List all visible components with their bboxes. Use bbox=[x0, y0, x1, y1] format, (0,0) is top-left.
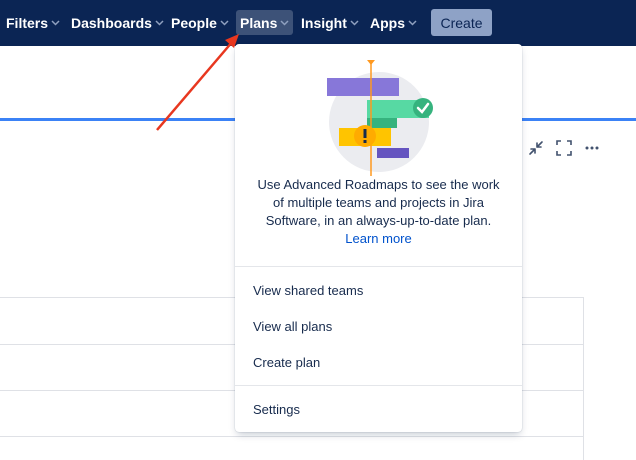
chevron-down-icon bbox=[350, 19, 359, 26]
nav-apps-label: Apps bbox=[370, 14, 405, 31]
promo-description: Use Advanced Roadmaps to see the work of… bbox=[257, 177, 500, 228]
menu-divider bbox=[235, 266, 522, 267]
menu-item-create-plan[interactable]: Create plan bbox=[235, 344, 522, 380]
plans-dropdown-menu: Use Advanced Roadmaps to see the work of… bbox=[235, 44, 522, 432]
create-button[interactable]: Create bbox=[431, 9, 492, 36]
chevron-down-icon bbox=[220, 19, 229, 26]
nav-plans[interactable]: Plans bbox=[236, 10, 294, 35]
menu-item-view-all-plans[interactable]: View all plans bbox=[235, 308, 522, 344]
check-icon bbox=[413, 98, 433, 118]
nav-dashboards[interactable]: Dashboards bbox=[67, 10, 168, 35]
nav-people-label: People bbox=[171, 14, 217, 31]
nav-filters-label: Filters bbox=[6, 14, 49, 31]
nav-plans-label: Plans bbox=[240, 14, 278, 31]
chevron-down-icon bbox=[155, 19, 164, 26]
more-icon[interactable] bbox=[583, 139, 601, 157]
chevron-down-icon bbox=[280, 19, 289, 26]
chevron-down-icon bbox=[408, 19, 417, 26]
fullscreen-icon[interactable] bbox=[555, 139, 573, 157]
menu-item-view-shared-teams[interactable]: View shared teams bbox=[235, 272, 522, 308]
warning-icon bbox=[354, 125, 376, 147]
menu-item-settings[interactable]: Settings bbox=[235, 391, 522, 427]
nav-people[interactable]: People bbox=[167, 10, 233, 35]
table-row-divider bbox=[0, 436, 583, 437]
chevron-down-icon bbox=[51, 19, 60, 26]
panel-toolbar bbox=[527, 139, 601, 157]
nav-insight-label: Insight bbox=[301, 14, 347, 31]
menu-divider bbox=[235, 385, 522, 386]
roadmaps-promo: Use Advanced Roadmaps to see the work of… bbox=[251, 176, 506, 248]
learn-more-link[interactable]: Learn more bbox=[251, 230, 506, 248]
top-navigation-bar: Filters Dashboards People Plans Insight … bbox=[0, 0, 636, 46]
nav-insight[interactable]: Insight bbox=[297, 10, 363, 35]
nav-filters[interactable]: Filters bbox=[2, 10, 64, 35]
nav-apps[interactable]: Apps bbox=[366, 10, 421, 35]
roadmap-illustration bbox=[327, 60, 437, 178]
nav-dashboards-label: Dashboards bbox=[71, 14, 152, 31]
minimize-icon[interactable] bbox=[527, 139, 545, 157]
